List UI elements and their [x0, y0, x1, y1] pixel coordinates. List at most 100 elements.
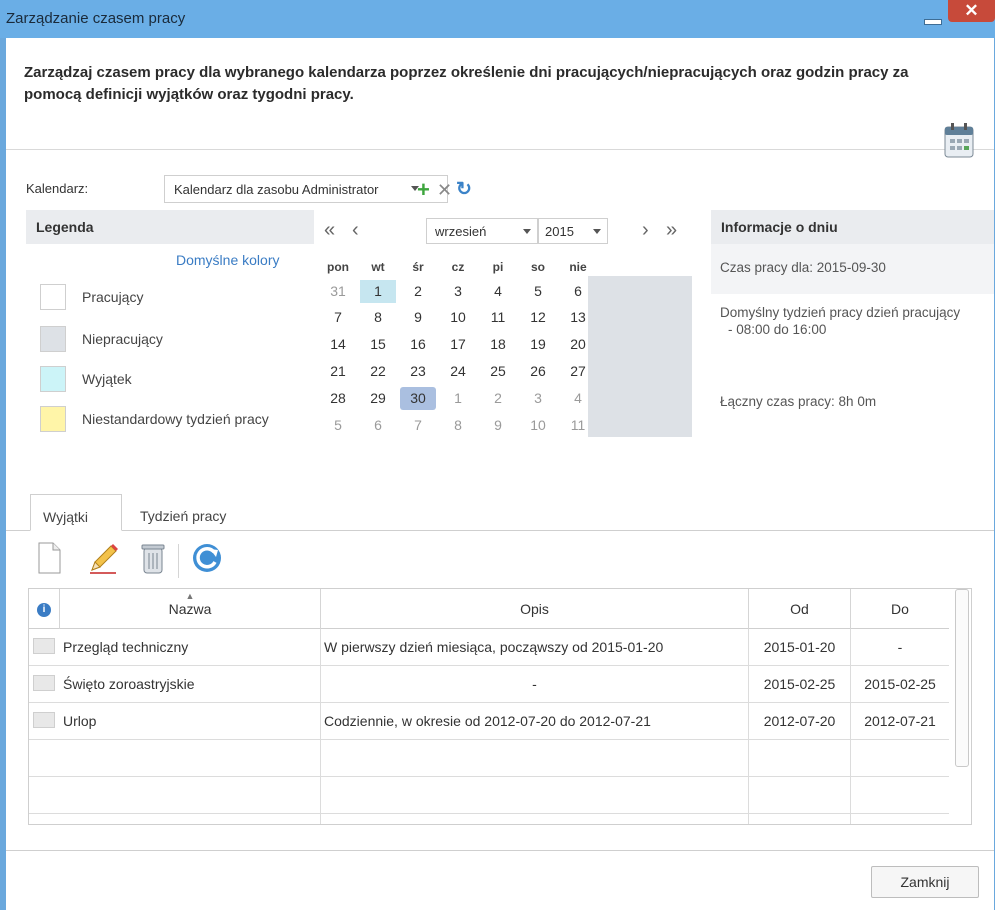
cell-desc: W pierwszy dzień miesiąca, począwszy od …: [321, 629, 749, 666]
calendar-day[interactable]: 4: [480, 280, 516, 303]
calendar-day[interactable]: 5: [320, 414, 356, 437]
title-bar[interactable]: Zarządzanie czasem pracy ✕: [0, 0, 995, 38]
weekend-highlight: [588, 276, 692, 437]
weekday-label: wt: [371, 260, 385, 274]
calendar-day[interactable]: 16: [400, 333, 436, 356]
table-row-empty: [29, 814, 949, 824]
calendar-day[interactable]: 17: [440, 333, 476, 356]
legend-swatch: [40, 406, 66, 432]
cell-from: 2012-07-20: [749, 703, 851, 740]
calendar-day[interactable]: 15: [360, 333, 396, 356]
calendar-day[interactable]: 10: [440, 306, 476, 329]
row-checkbox[interactable]: [29, 629, 60, 666]
calendar-day[interactable]: 1: [440, 387, 476, 410]
calendar-day[interactable]: 23: [400, 360, 436, 383]
calendar-day[interactable]: 6: [360, 414, 396, 437]
scrollbar-thumb[interactable]: [955, 589, 969, 767]
calendar-select[interactable]: Kalendarz dla zasobu Administrator + ✕ ↻: [164, 175, 472, 203]
refresh-icon[interactable]: [190, 540, 224, 576]
calendar-day[interactable]: 11: [480, 306, 516, 329]
checkbox[interactable]: [33, 638, 55, 654]
table-row[interactable]: Przegląd techniczny W pierwszy dzień mie…: [29, 629, 949, 666]
info-column-header[interactable]: i: [29, 589, 60, 629]
close-window-button[interactable]: ✕: [948, 0, 995, 22]
prev-month-button[interactable]: ‹: [352, 220, 359, 240]
calendar-day[interactable]: 13: [560, 306, 596, 329]
calendar-day[interactable]: 8: [360, 306, 396, 329]
calendar-day[interactable]: 29: [360, 387, 396, 410]
next-year-button[interactable]: »: [666, 220, 677, 240]
legend-header: Legenda: [26, 210, 314, 244]
day-info-header: Informacje o dniu: [711, 210, 994, 244]
calendar-day[interactable]: 2: [400, 280, 436, 303]
to-column-header[interactable]: Do: [851, 589, 949, 629]
calendar-day[interactable]: 27: [560, 360, 596, 383]
calendar-day[interactable]: 3: [440, 280, 476, 303]
delete-trash-icon[interactable]: [136, 540, 170, 576]
calendar-day[interactable]: 10: [520, 414, 556, 437]
table-row[interactable]: Urlop Codziennie, w okresie od 2012-07-2…: [29, 703, 949, 740]
chevron-down-icon: [523, 229, 531, 234]
calendar-day[interactable]: 8: [440, 414, 476, 437]
empty-cell: [851, 740, 949, 777]
calendar-day[interactable]: 9: [400, 306, 436, 329]
checkbox[interactable]: [33, 712, 55, 728]
calendar-day[interactable]: 7: [320, 306, 356, 329]
row-checkbox[interactable]: [29, 703, 60, 740]
minimize-button[interactable]: [922, 13, 942, 25]
calendar-day[interactable]: 2: [480, 387, 516, 410]
from-column-header[interactable]: Od: [749, 589, 851, 629]
refresh-calendar-icon[interactable]: ↻: [456, 178, 472, 201]
empty-cell: [29, 740, 60, 777]
new-document-icon[interactable]: [32, 540, 66, 576]
calendar-day[interactable]: 9: [480, 414, 516, 437]
calendar-day[interactable]: 24: [440, 360, 476, 383]
name-column-header[interactable]: ▲ Nazwa: [60, 589, 321, 629]
calendar-day[interactable]: 30: [400, 387, 436, 410]
calendar-day[interactable]: 22: [360, 360, 396, 383]
tab-exceptions[interactable]: Wyjątki: [30, 494, 122, 531]
day-info-date: Czas pracy dla: 2015-09-30: [711, 244, 994, 294]
month-select[interactable]: wrzesień: [426, 218, 538, 244]
info-icon: i: [37, 603, 51, 618]
table-row[interactable]: Święto zoroastryjskie - 2015-02-25 2015-…: [29, 666, 949, 703]
desc-column-header[interactable]: Opis: [321, 589, 749, 629]
legend-label: Niestandardowy tydzień pracy: [82, 411, 269, 427]
cell-name: Urlop: [60, 703, 321, 740]
checkbox[interactable]: [33, 675, 55, 691]
add-calendar-icon[interactable]: +: [417, 179, 430, 201]
calendar-day[interactable]: 31: [320, 280, 356, 303]
description-text: Zarządzaj czasem pracy dla wybranego kal…: [24, 64, 909, 103]
legend-label: Niepracujący: [82, 331, 163, 347]
edit-pencil-icon[interactable]: [86, 540, 120, 576]
calendar-day[interactable]: 14: [320, 333, 356, 356]
calendar-day[interactable]: 20: [560, 333, 596, 356]
calendar-day[interactable]: 26: [520, 360, 556, 383]
tab-work-week[interactable]: Tydzień pracy: [128, 494, 238, 531]
next-month-button[interactable]: ›: [642, 220, 649, 240]
edit-calendar-icon[interactable]: ✕: [437, 180, 452, 201]
row-checkbox[interactable]: [29, 666, 60, 703]
weekday-label: śr: [412, 260, 424, 274]
calendar-label: Kalendarz:: [26, 181, 89, 196]
calendar-day[interactable]: 6: [560, 280, 596, 303]
calendar-day[interactable]: 21: [320, 360, 356, 383]
calendar-day[interactable]: 18: [480, 333, 516, 356]
default-colors-link[interactable]: Domyślne kolory: [176, 252, 279, 268]
calendar-day[interactable]: 1: [360, 280, 396, 303]
year-select[interactable]: 2015: [538, 218, 608, 244]
calendar-day[interactable]: 5: [520, 280, 556, 303]
calendar-day[interactable]: 19: [520, 333, 556, 356]
day-info-hours: - 08:00 do 16:00: [728, 322, 827, 337]
prev-year-button[interactable]: «: [324, 220, 335, 240]
calendar-day[interactable]: 28: [320, 387, 356, 410]
close-button[interactable]: Zamknij: [871, 866, 979, 898]
legend-swatch: [40, 366, 66, 392]
calendar-day[interactable]: 11: [560, 414, 596, 437]
vertical-scrollbar[interactable]: [953, 589, 971, 824]
calendar-day[interactable]: 4: [560, 387, 596, 410]
calendar-day[interactable]: 12: [520, 306, 556, 329]
calendar-day[interactable]: 7: [400, 414, 436, 437]
calendar-day[interactable]: 25: [480, 360, 516, 383]
calendar-day[interactable]: 3: [520, 387, 556, 410]
